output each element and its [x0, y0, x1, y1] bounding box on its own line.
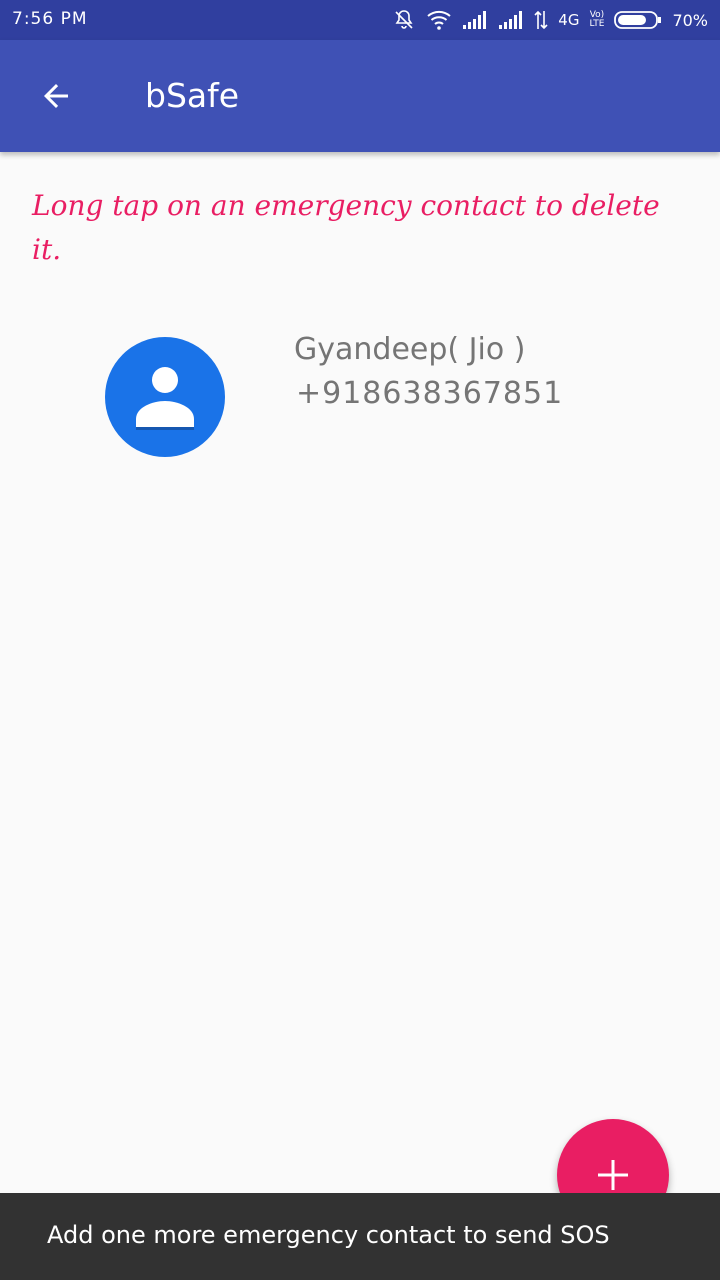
signal-icon	[498, 10, 524, 30]
snackbar-message: Add one more emergency contact to send S…	[47, 1221, 610, 1249]
contact-phone: +918638367851	[296, 376, 564, 411]
network-type: 4G	[558, 11, 580, 29]
contact-name: Gyandeep( Jio )	[294, 332, 526, 367]
battery-icon	[614, 10, 662, 30]
app-bar: bSafe	[0, 40, 720, 152]
status-bar: 7:56 PM 4G Vo) LTE 70%	[0, 0, 720, 40]
contact-item[interactable]: Gyandeep( Jio ) +918638367851	[0, 320, 720, 480]
battery-percent: 70%	[672, 10, 708, 30]
plus-icon	[598, 1160, 628, 1190]
volte-bottom: LTE	[589, 19, 605, 29]
back-button[interactable]	[30, 70, 82, 122]
snackbar: Add one more emergency contact to send S…	[0, 1193, 720, 1280]
wifi-icon	[426, 9, 452, 31]
contact-avatar	[105, 337, 225, 457]
data-arrows-icon	[534, 10, 548, 30]
delete-hint: Long tap on an emergency contact to dele…	[32, 189, 660, 266]
person-icon	[136, 367, 194, 430]
signal-icon	[462, 10, 488, 30]
status-time: 7:56 PM	[12, 9, 88, 29]
mute-icon	[392, 8, 416, 32]
status-icons: 4G Vo) LTE 70%	[392, 8, 708, 32]
arrow-back-icon	[44, 84, 68, 108]
volte-icon: Vo) LTE	[589, 11, 604, 29]
app-title: bSafe	[145, 76, 240, 115]
